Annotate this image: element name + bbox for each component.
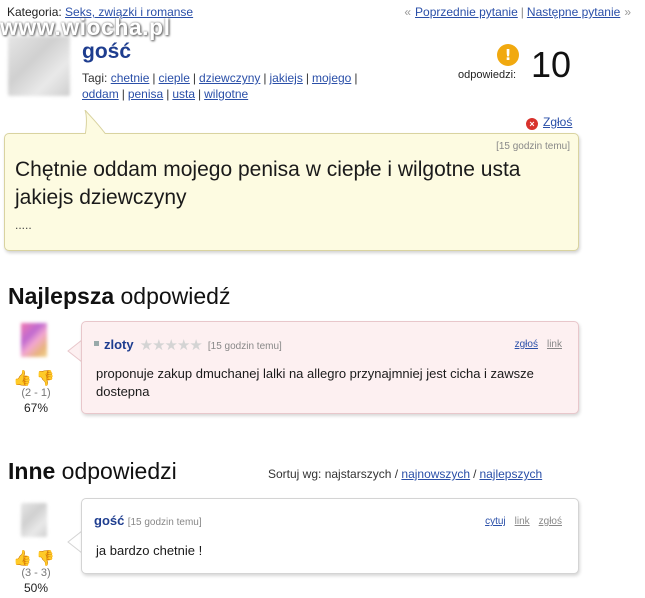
tags-label: Tagi: — [82, 71, 108, 85]
bullet-icon — [94, 341, 99, 346]
tag-link[interactable]: chetnie — [111, 71, 150, 85]
next-question-link[interactable]: Następne pytanie — [527, 5, 620, 19]
answer-author[interactable]: zloty — [104, 337, 134, 352]
other-answers-heading: Inne odpowiedzi — [8, 458, 177, 484]
question-bubble: [15 godzin temu] Chętnie oddam mojego pe… — [4, 133, 579, 251]
thumbs-vote-icon[interactable]: 👍👎 — [10, 549, 62, 567]
tag-link[interactable]: jakiejs — [270, 71, 303, 85]
close-icon: × — [526, 118, 538, 130]
vote-count: (3 - 3) — [21, 567, 51, 579]
question-more: ..... — [15, 218, 32, 232]
answers-count: 10 — [531, 44, 572, 85]
answer-actions: cytuj link zgłoś — [476, 516, 562, 527]
tag-link[interactable]: penisa — [128, 87, 163, 101]
report-question-button[interactable]: × Zgłoś — [526, 115, 572, 130]
rating-stars[interactable]: ★★★★★ — [140, 337, 203, 354]
answer-time: [15 godzin temu] — [127, 517, 202, 528]
quote-answer-link[interactable]: cytuj — [485, 516, 506, 527]
question-author[interactable]: gość — [82, 40, 131, 64]
question-author-avatar — [8, 36, 70, 96]
answer-box: gość [15 godzin temu] cytuj link zgłoś ja … — [81, 498, 579, 574]
answer-avatar — [21, 503, 47, 537]
best-answer-box: zloty ★★★★★ [15 godzin temu] zgłoś link pro… — [81, 321, 579, 414]
thumbs-vote-icon[interactable]: 👍👎 — [10, 369, 62, 387]
prev-arrow: « — [404, 5, 412, 19]
tag-link[interactable]: cieple — [159, 71, 190, 85]
answer-time: [15 godzin temu] — [207, 341, 282, 352]
tag-link[interactable]: mojego — [312, 71, 351, 85]
tag-link[interactable]: usta — [172, 87, 195, 101]
answer-votes: 👍👎 (3 - 3) 50% — [10, 549, 62, 595]
tag-link[interactable]: oddam — [82, 87, 119, 101]
vote-percent: 50% — [23, 581, 49, 595]
report-answer-link[interactable]: zgłoś — [539, 516, 562, 527]
answer-text: proponuje zakup dmuchanej lalki na alleg… — [96, 366, 534, 399]
sort-bar: Sortuj wg: najstarszych / najnowszych / na… — [268, 467, 543, 481]
answer-permalink[interactable]: link — [547, 339, 562, 350]
question-tags: Tagi: chetnie | cieple | dziewczyny | jakiejs |… — [82, 71, 358, 101]
sort-newest-link[interactable]: najnowszych — [401, 467, 470, 481]
best-answer-avatar — [21, 323, 47, 357]
answers-count-label: odpowiedzi: — [458, 69, 517, 81]
answer-author[interactable]: gość — [94, 513, 124, 528]
answer-header: zloty ★★★★★ [15 godzin temu] — [94, 336, 282, 354]
bubble-tail — [84, 110, 108, 136]
answer-text: ja bardzo chetnie ! — [96, 543, 203, 558]
tag-link[interactable]: dziewczyny — [199, 71, 260, 85]
report-answer-link[interactable]: zgłoś — [515, 339, 538, 350]
vote-count: (2 - 1) — [21, 387, 51, 399]
prev-question-link[interactable]: Poprzednie pytanie — [415, 5, 518, 19]
vote-percent: 67% — [23, 401, 49, 415]
question-navigation: «Poprzednie pytanie | Następne pytanie» — [404, 5, 631, 19]
sort-best-link[interactable]: najlepszych — [479, 467, 542, 481]
question-text: Chętnie oddam mojego penisa w ciepłe i w… — [15, 158, 521, 209]
answer-actions: zgłoś link — [506, 339, 562, 350]
question-time: [15 godzin temu] — [496, 141, 570, 152]
best-answer-heading: Najlepsza odpowiedź — [8, 283, 231, 309]
next-arrow: » — [624, 5, 631, 19]
tag-link[interactable]: wilgotne — [204, 87, 248, 101]
sort-label: Sortuj wg: najstarszych / — [268, 467, 399, 481]
report-question-label[interactable]: Zgłoś — [543, 115, 572, 129]
answer-permalink[interactable]: link — [515, 516, 530, 527]
best-answer-votes: 👍👎 (2 - 1) 67% — [10, 369, 62, 415]
exclamation-icon: ! — [497, 44, 519, 66]
answer-header: gość [15 godzin temu] — [94, 513, 202, 528]
